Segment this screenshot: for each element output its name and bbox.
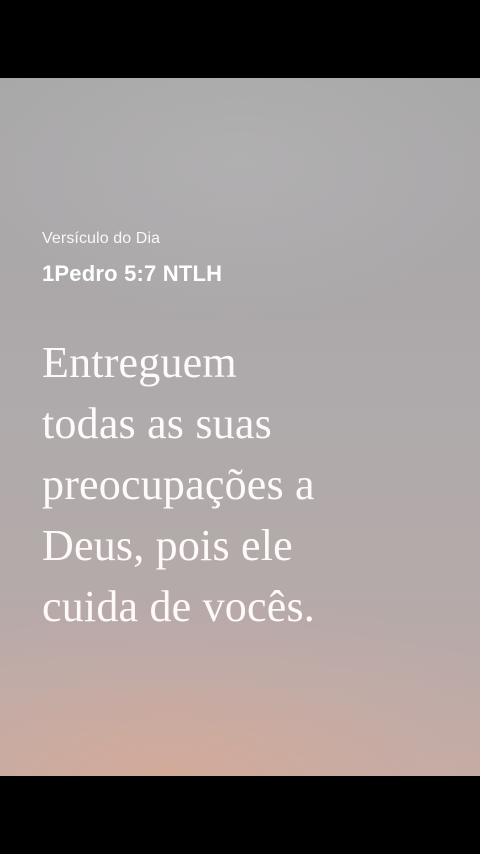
verse-line: Entreguem (42, 338, 237, 387)
verse-line: preocupações a (42, 460, 315, 509)
verse-of-the-day-card[interactable]: Versículo do Dia 1Pedro 5:7 NTLH Entregu… (0, 78, 480, 776)
verse-line: todas as suas (42, 399, 272, 448)
verse-of-the-day-label: Versículo do Dia (42, 230, 161, 247)
letterbox-top (0, 0, 480, 78)
verse-line: Deus, pois ele (42, 521, 293, 570)
verse-line: cuida de vocês. (42, 582, 315, 631)
verse-text: Entreguem todas as suas preocupações a D… (42, 332, 462, 637)
letterbox-bottom (0, 776, 480, 854)
verse-reference[interactable]: 1Pedro 5:7 NTLH (42, 261, 222, 287)
